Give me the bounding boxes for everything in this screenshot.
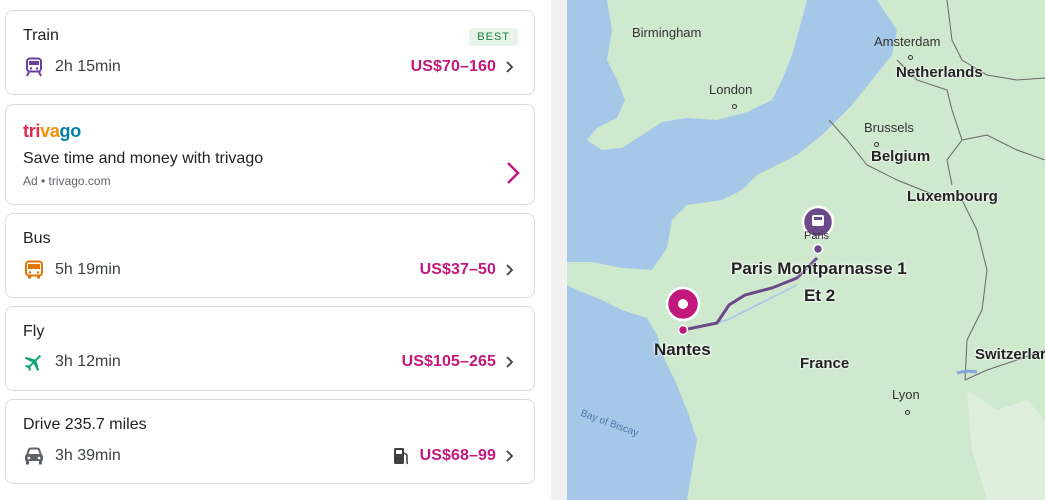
option-price: US$105–265 — [401, 353, 496, 370]
train-icon — [23, 56, 45, 78]
option-price: US$68–99 — [419, 447, 496, 464]
map-label-lyon: Lyon — [892, 387, 920, 402]
map-dot-lyon — [903, 402, 910, 420]
ad-title: Save time and money with trivago — [23, 150, 264, 167]
map-label-netherlands: Netherlands — [896, 64, 983, 81]
results-panel: Train BEST 2h 15min US$70–160 trivago Sa… — [0, 0, 551, 500]
option-duration: 5h 19min — [55, 261, 121, 278]
trivago-ad-card[interactable]: trivago Save time and money with trivago… — [5, 104, 535, 205]
map-label-france: France — [800, 355, 850, 372]
option-price: US$37–50 — [419, 261, 496, 278]
map-label-luxembourg: Luxembourg — [907, 188, 998, 205]
fuel-icon — [390, 445, 412, 467]
map-label-paris-station-line2: Et 2 — [804, 286, 836, 305]
option-title: Bus — [23, 230, 51, 247]
option-title: Fly — [23, 323, 45, 340]
chevron-right-icon[interactable] — [506, 161, 520, 190]
map-dot-london — [730, 96, 737, 114]
ad-source: Ad • trivago.com — [23, 174, 111, 188]
drive-option-card[interactable]: Drive 235.7 miles 3h 39min US$68–99 — [5, 399, 535, 484]
option-duration: 3h 39min — [55, 447, 121, 464]
chevron-right-icon — [502, 59, 518, 75]
option-title: Train — [23, 27, 59, 44]
map-label-nantes: Nantes — [654, 340, 711, 359]
map-label-belgium: Belgium — [871, 148, 931, 165]
map-label-birmingham: Birmingham — [632, 25, 702, 40]
plane-icon — [23, 351, 45, 373]
chevron-right-icon — [502, 354, 518, 370]
option-price: US$70–160 — [410, 58, 496, 75]
chevron-right-icon — [502, 262, 518, 278]
map-label-switzerland: Switzerlar — [975, 346, 1045, 363]
bus-option-card[interactable]: Bus 5h 19min US$37–50 — [5, 213, 535, 298]
map-label-london: London — [709, 82, 753, 97]
train-option-card[interactable]: Train BEST 2h 15min US$70–160 — [5, 10, 535, 95]
best-badge: BEST — [469, 28, 518, 46]
map-label-paris: Paris — [804, 230, 830, 242]
map-label-brussels: Brussels — [864, 120, 914, 135]
trivago-logo: trivago — [23, 121, 81, 141]
option-title: Drive 235.7 miles — [23, 416, 147, 433]
chevron-right-icon — [502, 448, 518, 464]
route-map[interactable]: Birmingham Amsterdam Netherlands London … — [567, 0, 1045, 500]
bus-icon — [23, 259, 45, 281]
option-duration: 2h 15min — [55, 58, 121, 75]
car-icon — [23, 445, 45, 467]
map-dot-amsterdam — [906, 47, 913, 65]
map-label-paris-station: Paris Montparnasse 1 — [731, 259, 907, 278]
option-duration: 3h 12min — [55, 353, 121, 370]
fly-option-card[interactable]: Fly 3h 12min US$105–265 — [5, 306, 535, 391]
panel-divider[interactable] — [551, 0, 567, 500]
